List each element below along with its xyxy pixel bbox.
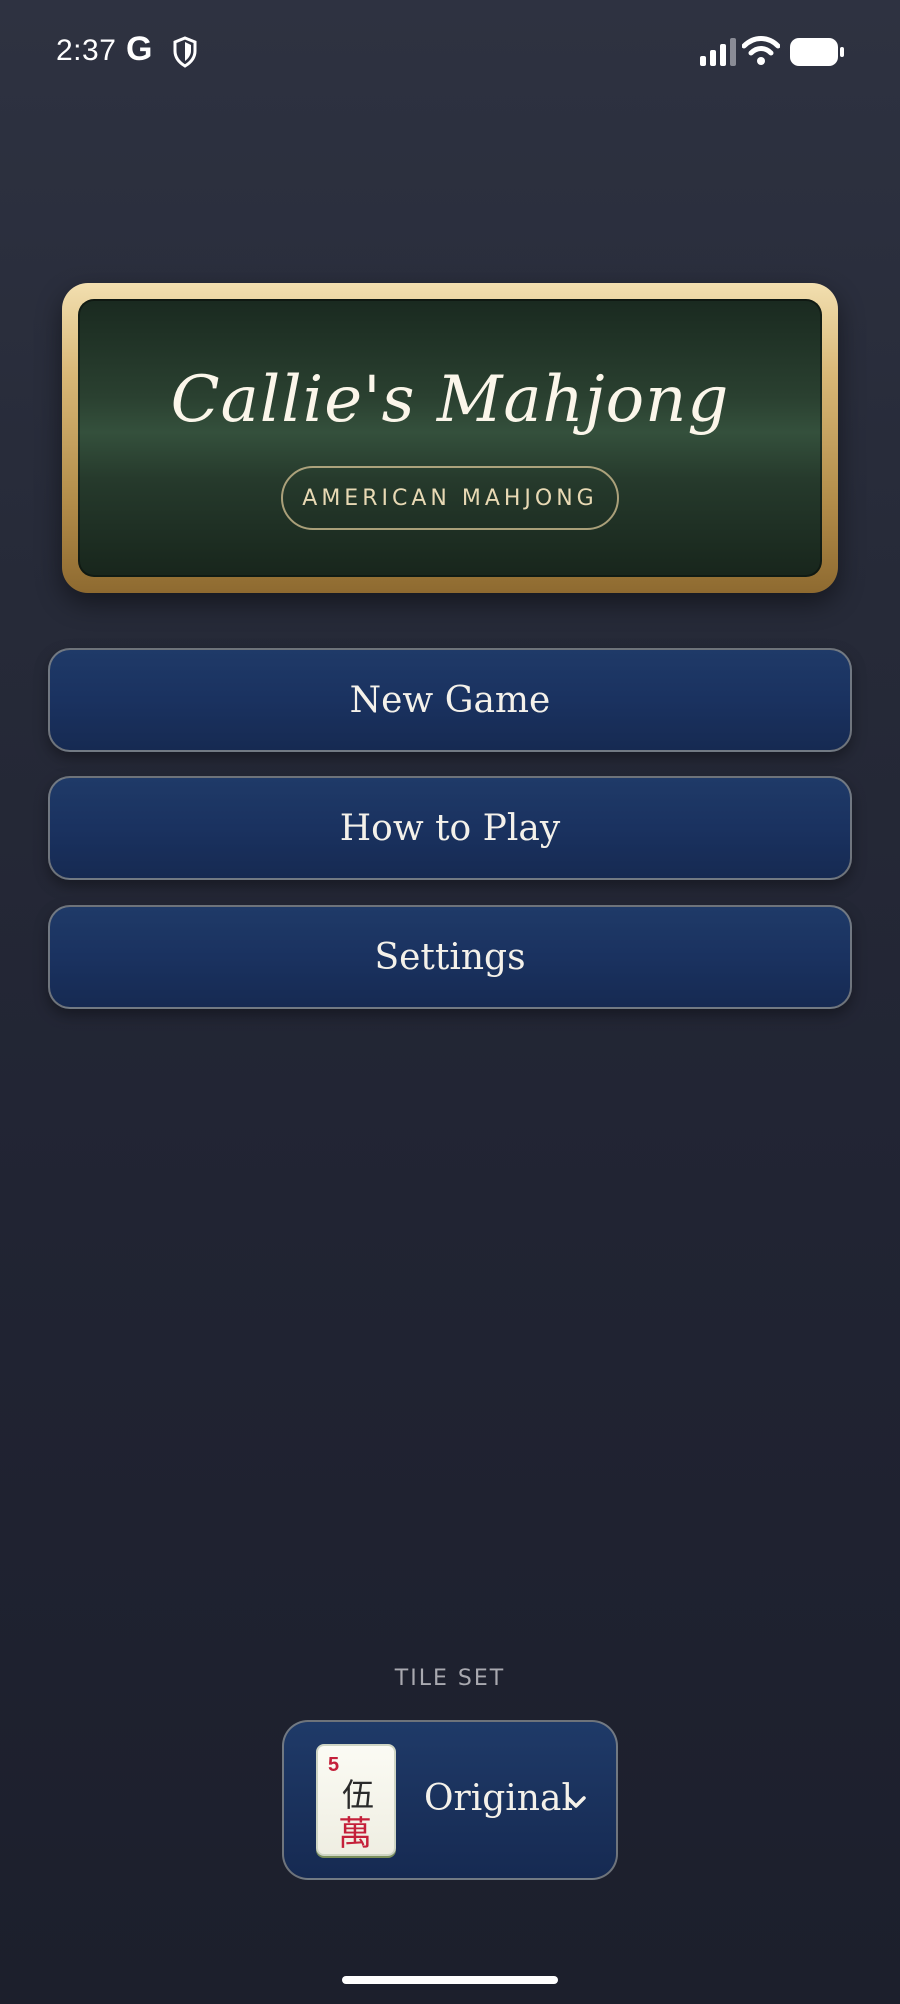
new-game-button[interactable]: New Game [48,648,852,752]
tile-preview: 5 伍 萬 [316,1744,396,1856]
wifi-icon [742,36,780,65]
tile-character-bottom: 萬 [338,1814,372,1854]
app-subtitle-badge: AMERICAN MAHJONG [281,466,619,530]
tile-set-label: TILE SET [394,1666,506,1691]
tile-set-value: Original [424,1778,573,1819]
tile-number: 5 [328,1754,340,1776]
signal-icon [700,38,736,66]
battery-icon [790,38,844,66]
tile-set-dropdown[interactable]: 5 伍 萬 Original [282,1720,618,1880]
home-indicator[interactable] [342,1976,558,1984]
how-to-play-button[interactable]: How to Play [48,776,852,880]
app-title: Callie's Mahjong [170,363,730,437]
title-card-felt: Callie's Mahjong AMERICAN MAHJONG [78,299,822,577]
chevron-down-icon [566,1796,586,1808]
status-bar: 2:37 G [0,0,900,104]
settings-button[interactable]: Settings [48,905,852,1009]
shield-icon [173,36,197,68]
status-time: 2:37 [56,34,117,67]
google-icon: G [126,30,153,68]
title-card: Callie's Mahjong AMERICAN MAHJONG [62,283,838,593]
